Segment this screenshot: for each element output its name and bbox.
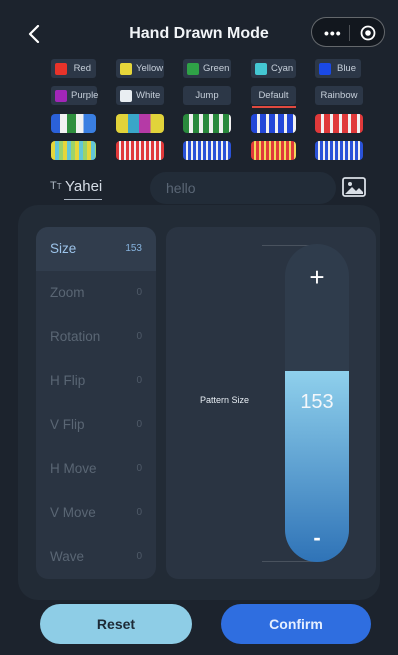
selected-mode-indicator bbox=[252, 106, 296, 108]
mode-jump-button[interactable]: Jump bbox=[183, 86, 231, 105]
property-list: Size 153 Zoom 0 Rotation 0 H Flip 0 V Fl… bbox=[36, 227, 156, 579]
property-rotation[interactable]: Rotation 0 bbox=[36, 315, 156, 359]
color-swatch bbox=[187, 62, 199, 75]
pattern-3-button[interactable] bbox=[183, 114, 231, 133]
property-name: V Move bbox=[50, 505, 96, 520]
slider-label: Pattern Size bbox=[200, 395, 250, 405]
property-name: Zoom bbox=[50, 285, 85, 300]
confirm-button[interactable]: Confirm bbox=[221, 604, 371, 644]
property-value: 0 bbox=[136, 287, 142, 298]
pattern-4-button[interactable] bbox=[251, 114, 296, 133]
color-swatch bbox=[120, 89, 132, 102]
text-input[interactable] bbox=[150, 172, 336, 204]
color-swatch bbox=[55, 62, 67, 75]
color-purple-button[interactable]: Purple bbox=[51, 86, 98, 105]
property-v-move[interactable]: V Move 0 bbox=[36, 491, 156, 535]
reset-button[interactable]: Reset bbox=[40, 604, 192, 644]
mini-program-capsule: ••• bbox=[311, 17, 385, 47]
image-icon[interactable] bbox=[342, 177, 366, 197]
property-h-move[interactable]: H Move 0 bbox=[36, 447, 156, 491]
property-value: 0 bbox=[136, 419, 142, 430]
font-underline bbox=[64, 199, 102, 200]
property-name: H Move bbox=[50, 461, 97, 476]
mode-rainbow-button[interactable]: Rainbow bbox=[315, 86, 363, 105]
property-value: 0 bbox=[136, 463, 142, 474]
pattern-6-button[interactable] bbox=[51, 141, 96, 160]
slider-value: 153 bbox=[300, 391, 334, 413]
property-zoom[interactable]: Zoom 0 bbox=[36, 271, 156, 315]
pattern-10-button[interactable] bbox=[315, 141, 363, 160]
property-h-flip[interactable]: H Flip 0 bbox=[36, 359, 156, 403]
text-font-icon: TT bbox=[50, 180, 62, 192]
color-label: Purple bbox=[71, 90, 99, 101]
record-target-icon[interactable] bbox=[360, 25, 376, 41]
color-swatch bbox=[319, 62, 331, 75]
color-label: Blue bbox=[336, 63, 356, 74]
pattern-5-button[interactable] bbox=[315, 114, 363, 133]
pattern-7-button[interactable] bbox=[116, 141, 164, 160]
color-label: Yellow bbox=[136, 63, 164, 74]
property-name: Rotation bbox=[50, 329, 101, 344]
font-selector[interactable]: Yahei bbox=[65, 178, 102, 195]
property-name: H Flip bbox=[50, 373, 86, 388]
pattern-8-button[interactable] bbox=[183, 141, 231, 160]
color-blue-button[interactable]: Blue bbox=[315, 59, 361, 78]
mode-default-button[interactable]: Default bbox=[251, 86, 296, 105]
increase-button[interactable]: + bbox=[285, 262, 349, 292]
pattern-9-button[interactable] bbox=[251, 141, 296, 160]
color-swatch bbox=[255, 62, 267, 75]
color-label: Red bbox=[73, 63, 91, 74]
capsule-divider bbox=[349, 25, 350, 41]
more-dots-icon[interactable]: ••• bbox=[324, 18, 342, 48]
property-value: 0 bbox=[136, 551, 142, 562]
property-value: 0 bbox=[136, 331, 142, 342]
property-wave[interactable]: Wave 0 bbox=[36, 535, 156, 579]
property-name: Size bbox=[50, 241, 77, 256]
property-name: V Flip bbox=[50, 417, 85, 432]
color-red-button[interactable]: Red bbox=[51, 59, 96, 78]
property-value: 153 bbox=[125, 243, 142, 254]
color-swatch bbox=[120, 62, 132, 75]
property-name: Wave bbox=[50, 549, 85, 564]
color-green-button[interactable]: Green bbox=[183, 59, 231, 78]
property-v-flip[interactable]: V Flip 0 bbox=[36, 403, 156, 447]
pattern-1-button[interactable] bbox=[51, 114, 96, 133]
color-swatch bbox=[55, 89, 67, 102]
property-size[interactable]: Size 153 bbox=[36, 227, 156, 271]
color-label: Cyan bbox=[271, 63, 294, 74]
decrease-button[interactable]: - bbox=[285, 524, 349, 552]
property-value: 0 bbox=[136, 375, 142, 386]
property-value: 0 bbox=[136, 507, 142, 518]
color-yellow-button[interactable]: Yellow bbox=[116, 59, 164, 78]
color-white-button[interactable]: White bbox=[116, 86, 164, 105]
color-label: Green bbox=[203, 63, 230, 74]
color-label: White bbox=[136, 90, 161, 101]
color-cyan-button[interactable]: Cyan bbox=[251, 59, 296, 78]
pattern-2-button[interactable] bbox=[116, 114, 164, 133]
